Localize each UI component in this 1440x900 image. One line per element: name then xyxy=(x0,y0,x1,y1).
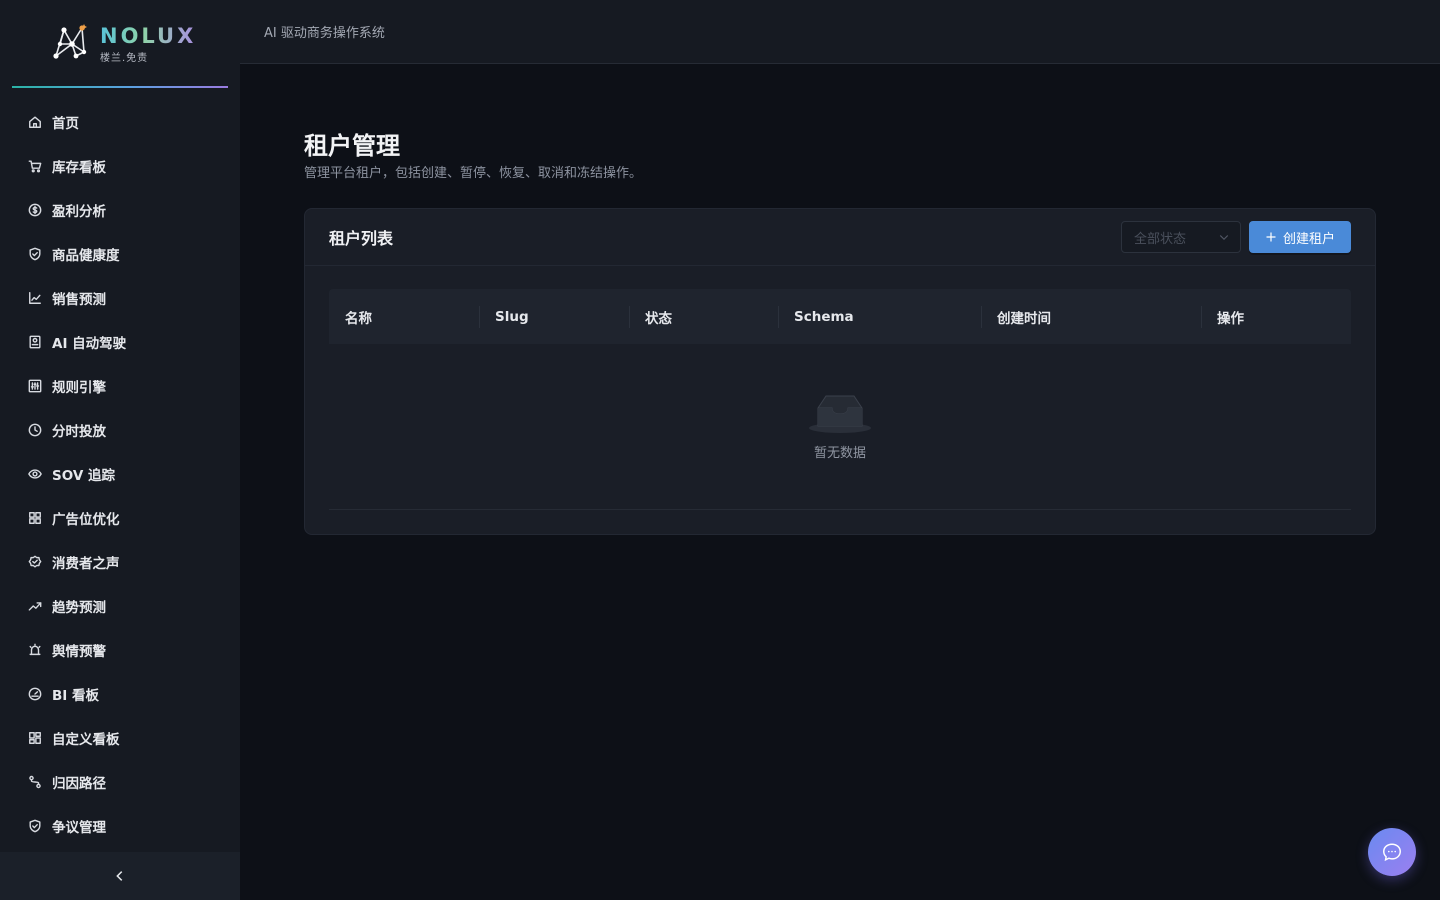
chevron-down-icon xyxy=(1219,235,1229,241)
sidebar-item-label: 首页 xyxy=(52,116,79,132)
brand-name: NOLUX xyxy=(100,24,197,48)
sidebar-item-label: 消费者之声 xyxy=(52,556,120,572)
sliders-icon xyxy=(28,379,42,393)
bot-icon xyxy=(28,335,42,349)
line-chart-icon xyxy=(28,291,42,305)
shield-check-icon xyxy=(28,247,42,261)
sidebar-item-profit[interactable]: 盈利分析 xyxy=(0,188,240,232)
route-icon xyxy=(28,775,42,789)
sidebar-item-label: AI 自动驾驶 xyxy=(52,336,127,352)
sidebar-item-label: 归因路径 xyxy=(52,776,106,792)
dollar-icon xyxy=(28,203,42,217)
sidebar-item-inventory[interactable]: 库存看板 xyxy=(0,144,240,188)
sidebar-item-ad-placement[interactable]: 广告位优化 xyxy=(0,496,240,540)
chat-assistant-button[interactable] xyxy=(1368,828,1416,876)
sidebar-item-sales-forecast[interactable]: 销售预测 xyxy=(0,276,240,320)
sidebar-item-home[interactable]: 首页 xyxy=(0,100,240,144)
sidebar-nav: 首页 库存看板 盈利分析 商品健康度 销售预测 AI 自动驾驶 规则引擎 分时投… xyxy=(0,88,240,852)
sidebar-item-ai-autopilot[interactable]: AI 自动驾驶 xyxy=(0,320,240,364)
tenant-list-card: 租户列表 全部状态 创建租户 名称 Slug 状态 Schema 创建时间 操作 xyxy=(304,208,1376,535)
cart-icon xyxy=(28,159,42,173)
card-actions: 全部状态 创建租户 xyxy=(1120,221,1351,253)
status-filter-select[interactable]: 全部状态 xyxy=(1120,221,1241,253)
sidebar-item-label: 舆情预警 xyxy=(52,644,106,660)
alarm-icon xyxy=(28,643,42,657)
sidebar-item-label: SOV 追踪 xyxy=(52,468,115,484)
sidebar-item-label: 广告位优化 xyxy=(52,512,120,528)
chevron-left-icon xyxy=(116,871,123,881)
column-header-status[interactable]: 状态 xyxy=(629,289,778,344)
sidebar-item-rule-engine[interactable]: 规则引擎 xyxy=(0,364,240,408)
table-empty-state: 暂无数据 xyxy=(329,344,1351,510)
grid-icon xyxy=(28,511,42,525)
sidebar-item-label: 规则引擎 xyxy=(52,380,106,396)
award-icon xyxy=(28,555,42,569)
card-title: 租户列表 xyxy=(329,229,394,248)
sidebar-item-label: 盈利分析 xyxy=(52,204,106,220)
sidebar-item-attribution-path[interactable]: 归因路径 xyxy=(0,760,240,804)
chat-bubble-icon xyxy=(1383,843,1401,862)
layout-icon xyxy=(28,731,42,745)
clock-icon xyxy=(28,423,42,437)
page-description: 管理平台租户，包括创建、暂停、恢复、取消和冻结操作。 xyxy=(304,166,643,181)
column-header-name[interactable]: 名称 xyxy=(329,289,479,344)
sidebar-item-label: 争议管理 xyxy=(52,820,106,836)
brand-subtitle: 楼兰.免责 xyxy=(100,53,149,64)
empty-inbox-icon xyxy=(809,395,871,433)
sidebar-item-custom-dashboard[interactable]: 自定义看板 xyxy=(0,716,240,760)
column-header-actions[interactable]: 操作 xyxy=(1201,289,1351,344)
sidebar-item-label: 库存看板 xyxy=(52,160,106,176)
sidebar-item-bi-dashboard[interactable]: BI 看板 xyxy=(0,672,240,716)
sidebar-item-label: 趋势预测 xyxy=(52,600,106,616)
sidebar-item-sentiment-alert[interactable]: 舆情预警 xyxy=(0,628,240,672)
create-tenant-label: 创建租户 xyxy=(1282,231,1335,247)
home-icon xyxy=(28,115,42,129)
sidebar-item-product-health[interactable]: 商品健康度 xyxy=(0,232,240,276)
create-tenant-button[interactable]: 创建租户 xyxy=(1248,221,1351,253)
brand[interactable]: NOLUX 楼兰.免责 xyxy=(0,0,240,88)
main-content: 租户管理 管理平台租户，包括创建、暂停、恢复、取消和冻结操作。 租户列表 全部状… xyxy=(304,130,1376,535)
sidebar-item-sov-tracking[interactable]: SOV 追踪 xyxy=(0,452,240,496)
sidebar-item-label: BI 看板 xyxy=(52,688,100,704)
sidebar-item-label: 分时投放 xyxy=(52,424,106,440)
brand-divider xyxy=(12,86,228,88)
sidebar-item-voice-of-customer[interactable]: 消费者之声 xyxy=(0,540,240,584)
gauge-icon xyxy=(28,687,42,701)
empty-text: 暂无数据 xyxy=(813,446,866,461)
column-header-slug[interactable]: Slug xyxy=(479,289,629,344)
header-title: AI 驱动商务操作系统 xyxy=(264,26,385,41)
sidebar: NOLUX 楼兰.免责 首页 库存看板 盈利分析 商品健康度 销售预测 AI 自… xyxy=(0,0,240,900)
card-header: 租户列表 全部状态 创建租户 xyxy=(305,209,1375,266)
sidebar-collapse-button[interactable] xyxy=(0,852,240,900)
status-filter-placeholder: 全部状态 xyxy=(1133,231,1186,247)
eye-icon xyxy=(28,467,42,481)
sidebar-item-label: 商品健康度 xyxy=(52,248,120,264)
plus-icon xyxy=(1266,232,1276,242)
column-header-created-at[interactable]: 创建时间 xyxy=(981,289,1201,344)
column-header-schema[interactable]: Schema xyxy=(778,289,981,344)
sidebar-item-label: 销售预测 xyxy=(52,292,106,308)
top-header: AI 驱动商务操作系统 xyxy=(240,0,1440,64)
logo-icon xyxy=(53,24,87,59)
table-header: 名称 Slug 状态 Schema 创建时间 操作 xyxy=(329,289,1351,344)
sidebar-item-dispute-management[interactable]: 争议管理 xyxy=(0,804,240,848)
shield-icon xyxy=(28,819,42,833)
sidebar-item-dayparting[interactable]: 分时投放 xyxy=(0,408,240,452)
trending-up-icon xyxy=(28,599,42,613)
sidebar-item-trend-forecast[interactable]: 趋势预测 xyxy=(0,584,240,628)
sidebar-item-label: 自定义看板 xyxy=(52,732,120,748)
page-title: 租户管理 xyxy=(304,132,400,160)
tenant-table: 名称 Slug 状态 Schema 创建时间 操作 暂无数据 xyxy=(329,289,1351,510)
